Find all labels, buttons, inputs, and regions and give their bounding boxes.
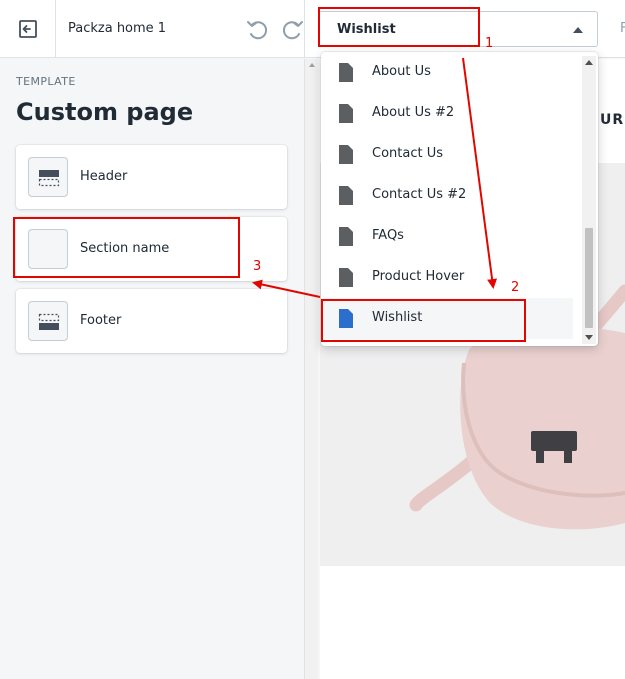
annotation-number-2: 2 [511,280,520,295]
theme-name: Packza home 1 [68,21,167,36]
top-right-fragment: F [620,21,625,36]
annotation-box-1 [318,7,480,47]
page-icon [339,186,353,205]
template-label: TEMPLATE [16,75,76,88]
annotation-number-1: 1 [485,36,494,51]
dropdown-item[interactable]: Product Hover [321,257,573,298]
top-divider [304,0,305,58]
exit-icon [18,20,37,38]
undo-icon [247,21,268,40]
dropdown-item[interactable]: FAQs [321,216,573,257]
caret-up-icon [573,27,583,33]
dropdown-item-label: About Us #2 [372,105,455,120]
section-card-header[interactable]: Header [16,145,287,209]
undo-button[interactable] [244,17,270,43]
section-label: Footer [80,313,122,328]
scroll-up-arrow-icon[interactable] [309,63,315,67]
sidebar-scrollbar[interactable] [304,59,318,679]
annotation-box-3 [13,217,240,278]
scroll-down-arrow-icon[interactable] [585,335,593,340]
page-icon [339,63,353,82]
annotation-number-3: 3 [253,259,262,274]
scrollbar-thumb[interactable] [585,228,593,328]
page-title: Custom page [16,98,194,126]
dropdown-item[interactable]: Contact Us [321,134,573,175]
annotation-box-2 [321,299,526,342]
dropdown-item-label: About Us [372,64,431,79]
page-icon [339,268,353,287]
dropdown-item[interactable]: Contact Us #2 [321,175,573,216]
dropdown-item[interactable]: About Us #2 [321,93,573,134]
dropdown-item-label: Product Hover [372,269,465,284]
top-bar: Packza home 1 Wishlist F [0,0,625,58]
redo-button[interactable] [280,17,306,43]
page-icon [339,104,353,123]
dropdown-item[interactable]: About Us [321,52,573,93]
dropdown-scrollbar[interactable] [582,56,596,344]
scroll-up-arrow-icon[interactable] [585,60,593,65]
dropdown-item-label: Contact Us [372,146,443,161]
preview-heading-fragment: URE [600,112,625,128]
footer-layout-icon [28,301,68,341]
section-card-footer[interactable]: Footer [16,289,287,353]
page-icon [339,145,353,164]
exit-editor-button[interactable] [0,0,56,58]
dropdown-item-label: Contact Us #2 [372,187,467,202]
page-icon [339,227,353,246]
section-label: Header [80,169,128,184]
redo-icon [282,21,303,40]
dropdown-item-label: FAQs [372,228,404,243]
header-layout-icon [28,157,68,197]
